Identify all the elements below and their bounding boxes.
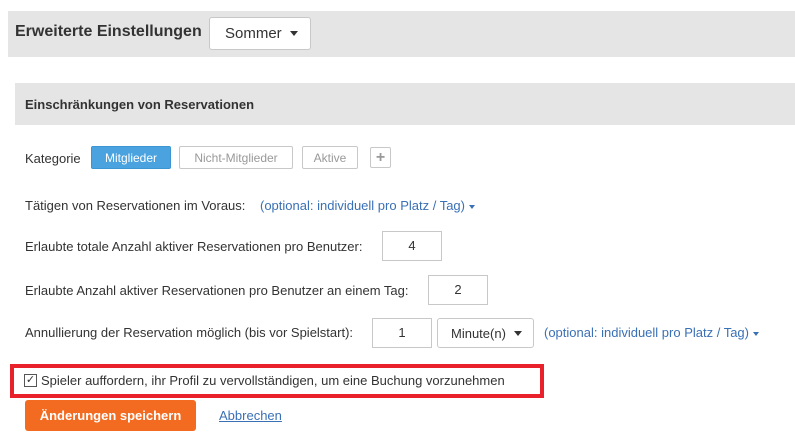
cancellation-optional-text: (optional: individuell pro Platz / Tag) — [544, 325, 749, 340]
per-day-input[interactable]: 2 — [428, 275, 488, 305]
profile-prompt-checkbox[interactable]: ✓ — [24, 374, 37, 387]
profile-prompt-label: Spieler auffordern, ihr Profil zu vervol… — [41, 373, 505, 388]
category-label: Kategorie — [25, 151, 81, 166]
section-title: Einschränkungen von Reservationen — [25, 97, 255, 112]
cancellation-label: Annullierung der Reservation möglich (bi… — [25, 325, 354, 340]
total-active-input[interactable]: 4 — [382, 231, 442, 261]
season-dropdown-value: Sommer — [225, 25, 282, 42]
caret-down-icon — [469, 204, 475, 209]
category-pill-non-members[interactable]: Nicht-Mitglieder — [179, 146, 293, 169]
advance-label: Tätigen von Reservationen im Voraus: — [25, 198, 246, 213]
per-day-label: Erlaubte Anzahl aktiver Reservationen pr… — [25, 283, 409, 298]
advance-optional-link[interactable]: (optional: individuell pro Platz / Tag) — [260, 198, 475, 213]
total-active-label: Erlaubte totale Anzahl aktiver Reservati… — [25, 239, 363, 254]
category-pill-active[interactable]: Aktive — [302, 146, 358, 169]
category-pill-members[interactable]: Mitglieder — [91, 146, 171, 169]
plus-icon: + — [375, 148, 386, 166]
unit-dropdown-value: Minute(n) — [451, 325, 506, 341]
caret-down-icon — [753, 331, 759, 336]
cancellation-input[interactable]: 1 — [372, 318, 432, 348]
cancellation-unit-dropdown[interactable]: Minute(n) — [437, 318, 534, 348]
cancel-link[interactable]: Abbrechen — [219, 408, 282, 423]
caret-down-icon — [289, 31, 298, 36]
caret-down-icon — [513, 330, 522, 336]
advance-optional-text: (optional: individuell pro Platz / Tag) — [260, 198, 465, 213]
save-changes-button[interactable]: Änderungen speichern — [25, 400, 196, 431]
checkmark-icon: ✓ — [25, 374, 36, 386]
cancellation-optional-link[interactable]: (optional: individuell pro Platz / Tag) — [544, 325, 759, 340]
page-title: Erweiterte Einstellungen — [15, 23, 202, 40]
add-category-button[interactable]: + — [370, 147, 391, 168]
season-dropdown[interactable]: Sommer — [209, 17, 311, 50]
